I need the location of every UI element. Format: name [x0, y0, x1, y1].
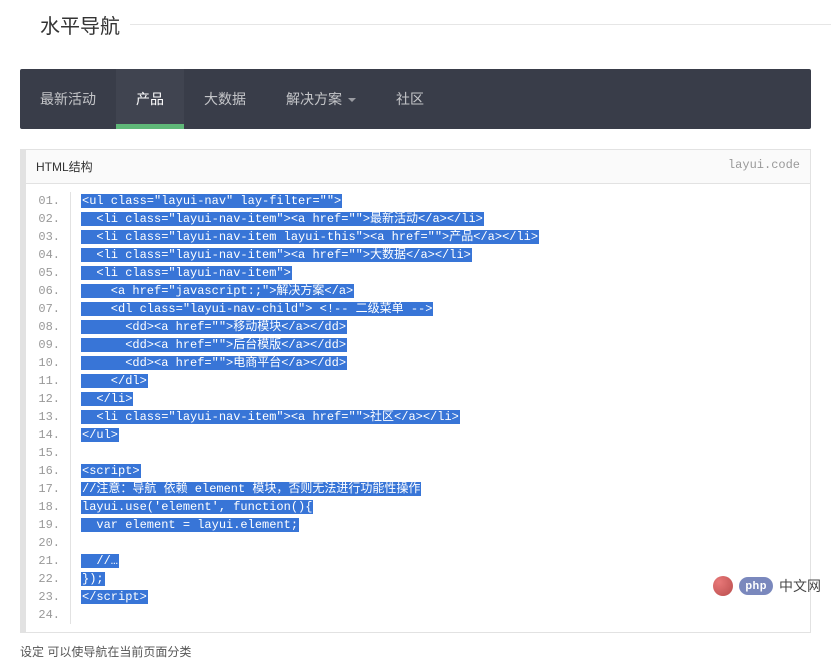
- line-number: 02.: [26, 210, 71, 228]
- code-brand: layui.code: [728, 158, 800, 175]
- line-content[interactable]: //…: [71, 552, 129, 570]
- line-content[interactable]: //注意：导航 依赖 element 模块，否则无法进行功能性操作: [71, 480, 431, 498]
- watermark-sphere-icon: [713, 576, 733, 596]
- line-content[interactable]: <dd><a href="">电商平台</a></dd>: [71, 354, 357, 372]
- nav-item-1[interactable]: 产品: [116, 69, 184, 129]
- code-line: 02. <li class="layui-nav-item"><a href="…: [26, 210, 810, 228]
- site-watermark: php 中文网: [713, 576, 821, 596]
- code-line: 24.: [26, 606, 810, 624]
- line-content[interactable]: <script>: [71, 462, 151, 480]
- code-title: HTML结构: [36, 158, 93, 175]
- nav-item-0[interactable]: 最新活动: [20, 69, 116, 129]
- line-number: 01.: [26, 192, 71, 210]
- line-content[interactable]: </li>: [71, 390, 143, 408]
- line-content[interactable]: <li class="layui-nav-item"><a href="">大数…: [71, 246, 482, 264]
- line-content[interactable]: <dd><a href="">移动模块</a></dd>: [71, 318, 357, 336]
- nav-item-label: 最新活动: [40, 91, 96, 107]
- code-line: 23.</script>: [26, 588, 810, 606]
- line-number: 23.: [26, 588, 71, 606]
- section-fieldset: 水平导航: [20, 10, 831, 49]
- line-content[interactable]: <li class="layui-nav-item"><a href="">社区…: [71, 408, 470, 426]
- line-number: 17.: [26, 480, 71, 498]
- watermark-php-badge: php: [739, 577, 773, 595]
- line-content[interactable]: <dd><a href="">后台模版</a></dd>: [71, 336, 357, 354]
- nav-item-label: 大数据: [204, 91, 246, 107]
- line-number: 22.: [26, 570, 71, 588]
- nav-item-label: 社区: [396, 91, 424, 107]
- line-content[interactable]: </ul>: [71, 426, 129, 444]
- code-line: 05. <li class="layui-nav-item">: [26, 264, 810, 282]
- code-line: 06. <a href="javascript:;">解决方案</a>: [26, 282, 810, 300]
- line-number: 14.: [26, 426, 71, 444]
- code-line: 15.: [26, 444, 810, 462]
- code-line: 13. <li class="layui-nav-item"><a href="…: [26, 408, 810, 426]
- code-block: HTML结构 layui.code 01.<ul class="layui-na…: [20, 149, 811, 633]
- line-content[interactable]: <li class="layui-nav-item layui-this"><a…: [71, 228, 549, 246]
- line-content[interactable]: <li class="layui-nav-item">: [71, 264, 302, 282]
- code-line: 11. </dl>: [26, 372, 810, 390]
- nav-item-4[interactable]: 社区: [376, 69, 444, 129]
- code-line: 18.layui.use('element', function(){: [26, 498, 810, 516]
- code-line: 19. var element = layui.element;: [26, 516, 810, 534]
- line-number: 05.: [26, 264, 71, 282]
- chevron-down-icon: [348, 98, 356, 106]
- line-number: 06.: [26, 282, 71, 300]
- code-line: 07. <dl class="layui-nav-child"> <!-- 二级…: [26, 300, 810, 318]
- line-number: 19.: [26, 516, 71, 534]
- line-content[interactable]: <li class="layui-nav-item"><a href="">最新…: [71, 210, 494, 228]
- code-line: 10. <dd><a href="">电商平台</a></dd>: [26, 354, 810, 372]
- code-line: 14.</ul>: [26, 426, 810, 444]
- code-line: 09. <dd><a href="">后台模版</a></dd>: [26, 336, 810, 354]
- line-content[interactable]: [71, 534, 105, 552]
- line-number: 18.: [26, 498, 71, 516]
- line-number: 03.: [26, 228, 71, 246]
- code-line: 12. </li>: [26, 390, 810, 408]
- line-content[interactable]: layui.use('element', function(){: [71, 498, 323, 516]
- code-line: 01.<ul class="layui-nav" lay-filter="">: [26, 192, 810, 210]
- line-number: 13.: [26, 408, 71, 426]
- line-content[interactable]: </dl>: [71, 372, 158, 390]
- line-number: 16.: [26, 462, 71, 480]
- code-line: 08. <dd><a href="">移动模块</a></dd>: [26, 318, 810, 336]
- line-number: 12.: [26, 390, 71, 408]
- code-line: 22.});: [26, 570, 810, 588]
- line-content[interactable]: var element = layui.element;: [71, 516, 309, 534]
- line-number: 15.: [26, 444, 71, 462]
- horizontal-nav: 最新活动 产品 大数据 解决方案 社区: [20, 69, 811, 129]
- line-number: 10.: [26, 354, 71, 372]
- line-content[interactable]: <a href="javascript:;">解决方案</a>: [71, 282, 364, 300]
- line-number: 24.: [26, 606, 71, 624]
- code-line: 20.: [26, 534, 810, 552]
- line-number: 04.: [26, 246, 71, 264]
- line-number: 20.: [26, 534, 71, 552]
- line-number: 21.: [26, 552, 71, 570]
- nav-item-3[interactable]: 解决方案: [266, 69, 376, 129]
- line-content[interactable]: <ul class="layui-nav" lay-filter="">: [71, 192, 352, 210]
- code-header: HTML结构 layui.code: [26, 150, 810, 184]
- nav-item-label: 产品: [136, 91, 164, 107]
- line-number: 07.: [26, 300, 71, 318]
- code-line: 03. <li class="layui-nav-item layui-this…: [26, 228, 810, 246]
- code-line: 17.//注意：导航 依赖 element 模块，否则无法进行功能性操作: [26, 480, 810, 498]
- code-line: 04. <li class="layui-nav-item"><a href="…: [26, 246, 810, 264]
- nav-item-2[interactable]: 大数据: [184, 69, 266, 129]
- code-line: 21. //…: [26, 552, 810, 570]
- line-content[interactable]: <dl class="layui-nav-child"> <!-- 二级菜单 -…: [71, 300, 443, 318]
- watermark-text: 中文网: [779, 576, 821, 596]
- footer-truncated-text: 设定 可以使导航在当前页面分类: [20, 643, 811, 660]
- line-number: 11.: [26, 372, 71, 390]
- code-list: 01.<ul class="layui-nav" lay-filter="">0…: [26, 184, 810, 632]
- line-content[interactable]: </script>: [71, 588, 158, 606]
- nav-item-label: 解决方案: [286, 91, 342, 107]
- line-number: 08.: [26, 318, 71, 336]
- section-title: 水平导航: [20, 10, 130, 39]
- line-content[interactable]: });: [71, 570, 115, 588]
- code-line: 16.<script>: [26, 462, 810, 480]
- line-content[interactable]: [71, 444, 98, 462]
- line-number: 09.: [26, 336, 71, 354]
